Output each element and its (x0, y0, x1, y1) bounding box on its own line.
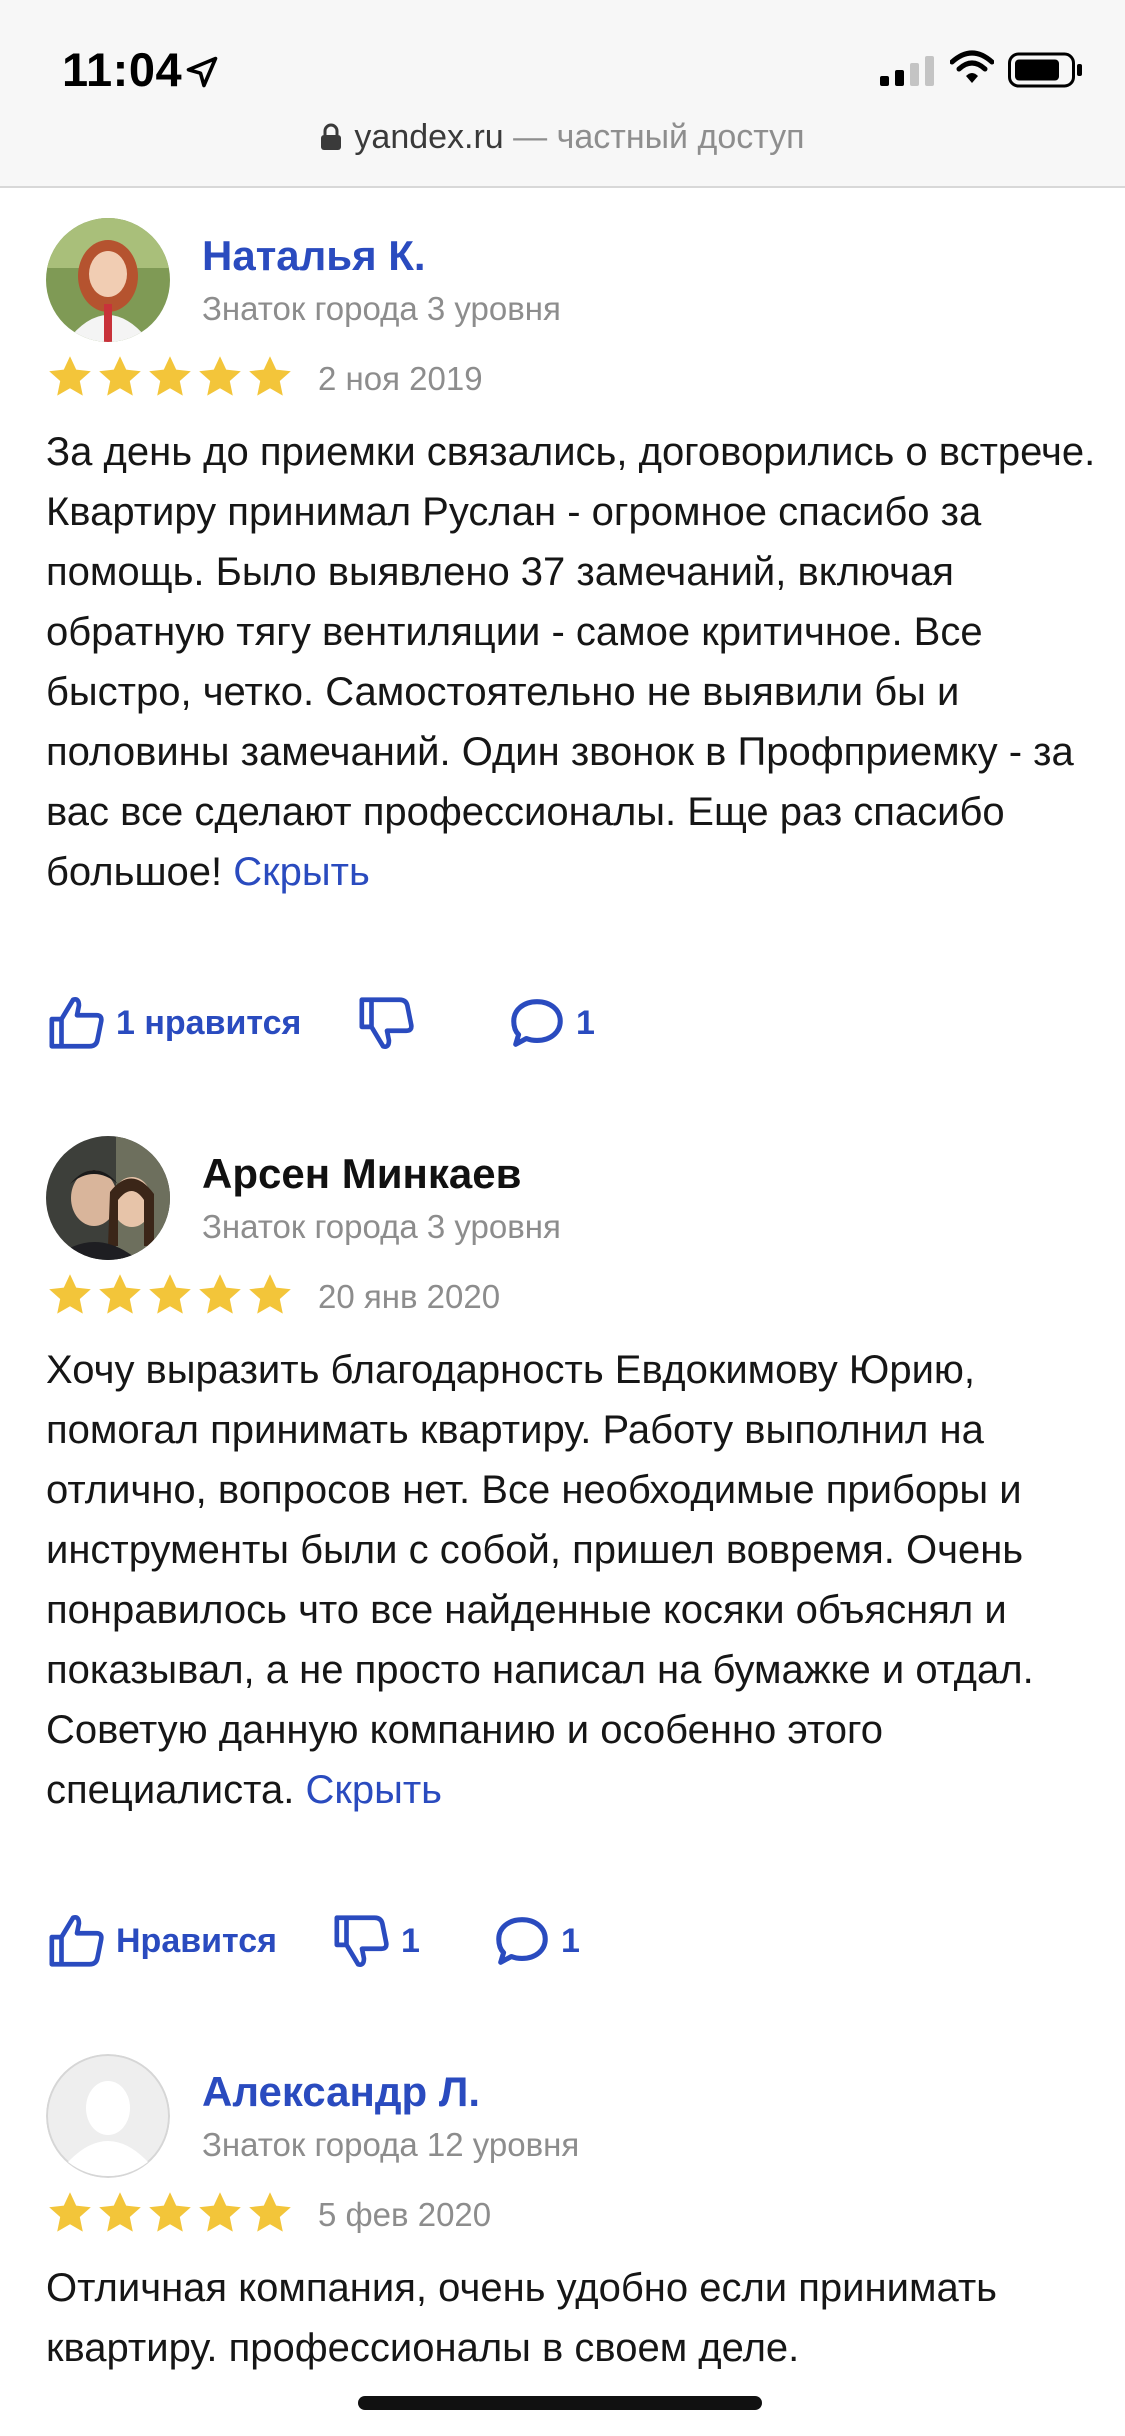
rating-stars (46, 2189, 294, 2237)
dislike-button[interactable]: 1 (331, 1906, 420, 1976)
like-button[interactable]: Нравится (46, 1906, 277, 1976)
thumbs-up-icon (49, 997, 104, 1049)
author-name[interactable]: Арсен Минкаев (202, 1150, 521, 1198)
home-indicator[interactable] (358, 2396, 762, 2410)
star-icon (99, 1274, 141, 1314)
avatar[interactable] (46, 1136, 170, 1260)
star-icon (99, 356, 141, 396)
star-icon (149, 1274, 191, 1314)
star-icon (49, 2192, 91, 2232)
comment-count: 1 (576, 1003, 595, 1042)
review-body: За день до приемки связались, договорили… (46, 430, 1096, 894)
comment-count: 1 (561, 1921, 580, 1960)
url-domain: yandex.ru (354, 118, 504, 156)
thumbs-up-icon (49, 1915, 104, 1967)
like-label: Нравится (116, 1921, 277, 1960)
avatar-placeholder[interactable] (46, 2054, 170, 2178)
author-level: Знаток города 3 уровня (202, 290, 561, 327)
thumbs-down-icon (334, 1915, 389, 1967)
avatar[interactable] (46, 218, 170, 342)
url-bar[interactable]: yandex.ru — частный доступ (0, 118, 1125, 157)
star-icon (49, 356, 91, 396)
dislike-button[interactable] (356, 988, 426, 1058)
url-private-label: — частный доступ (503, 118, 805, 156)
like-button[interactable]: 1 нравится (46, 988, 301, 1058)
rating-stars (46, 1271, 294, 1319)
comment-icon (496, 1917, 548, 1965)
hide-link[interactable]: Скрыть (233, 850, 370, 894)
star-icon (49, 1274, 91, 1314)
author-name[interactable]: Александр Л. (202, 2068, 480, 2116)
star-icon (149, 356, 191, 396)
review-actions: Нравится 1 1 (46, 1906, 1046, 1976)
star-icon (249, 2192, 291, 2232)
comment-button[interactable]: 1 (506, 988, 595, 1058)
cellular-signal-icon (880, 56, 934, 86)
review-text: За день до приемки связались, договорили… (46, 422, 1096, 902)
browser-top-bar: 11:04 yandex.ru — частный доступ (0, 0, 1125, 188)
review-date: 20 янв 2020 (318, 1278, 501, 1315)
battery-icon (1008, 52, 1082, 88)
review-actions: 1 нравится 1 (46, 988, 1046, 1058)
star-icon (199, 356, 241, 396)
status-time: 11:04 (62, 43, 183, 96)
review-text: Хочу выразить благодарность Евдокимову Ю… (46, 1340, 1096, 1820)
like-count: 1 нравится (116, 1003, 302, 1042)
review-body: Хочу выразить благодарность Евдокимову Ю… (46, 1348, 1034, 1812)
star-icon (249, 1274, 291, 1314)
star-icon (149, 2192, 191, 2232)
star-icon (249, 356, 291, 396)
hide-link[interactable]: Скрыть (305, 1768, 442, 1812)
location-arrow-icon (186, 56, 218, 88)
author-name[interactable]: Наталья К. (202, 232, 426, 280)
comment-button[interactable]: 1 (491, 1906, 580, 1976)
star-icon (199, 2192, 241, 2232)
rating-stars (46, 353, 294, 401)
review-date: 2 ноя 2019 (318, 360, 483, 397)
wifi-icon (950, 50, 994, 83)
dislike-count: 1 (401, 1921, 420, 1960)
star-icon (99, 2192, 141, 2232)
star-icon (199, 1274, 241, 1314)
author-level: Знаток города 12 уровня (202, 2126, 580, 2163)
lock-icon (321, 123, 342, 150)
comment-icon (511, 999, 563, 1047)
review-body: Отличная компания, очень удобно если при… (46, 2266, 997, 2370)
author-level: Знаток города 3 уровня (202, 1208, 561, 1245)
review-date: 5 фев 2020 (318, 2196, 492, 2233)
thumbs-down-icon (359, 997, 414, 1049)
